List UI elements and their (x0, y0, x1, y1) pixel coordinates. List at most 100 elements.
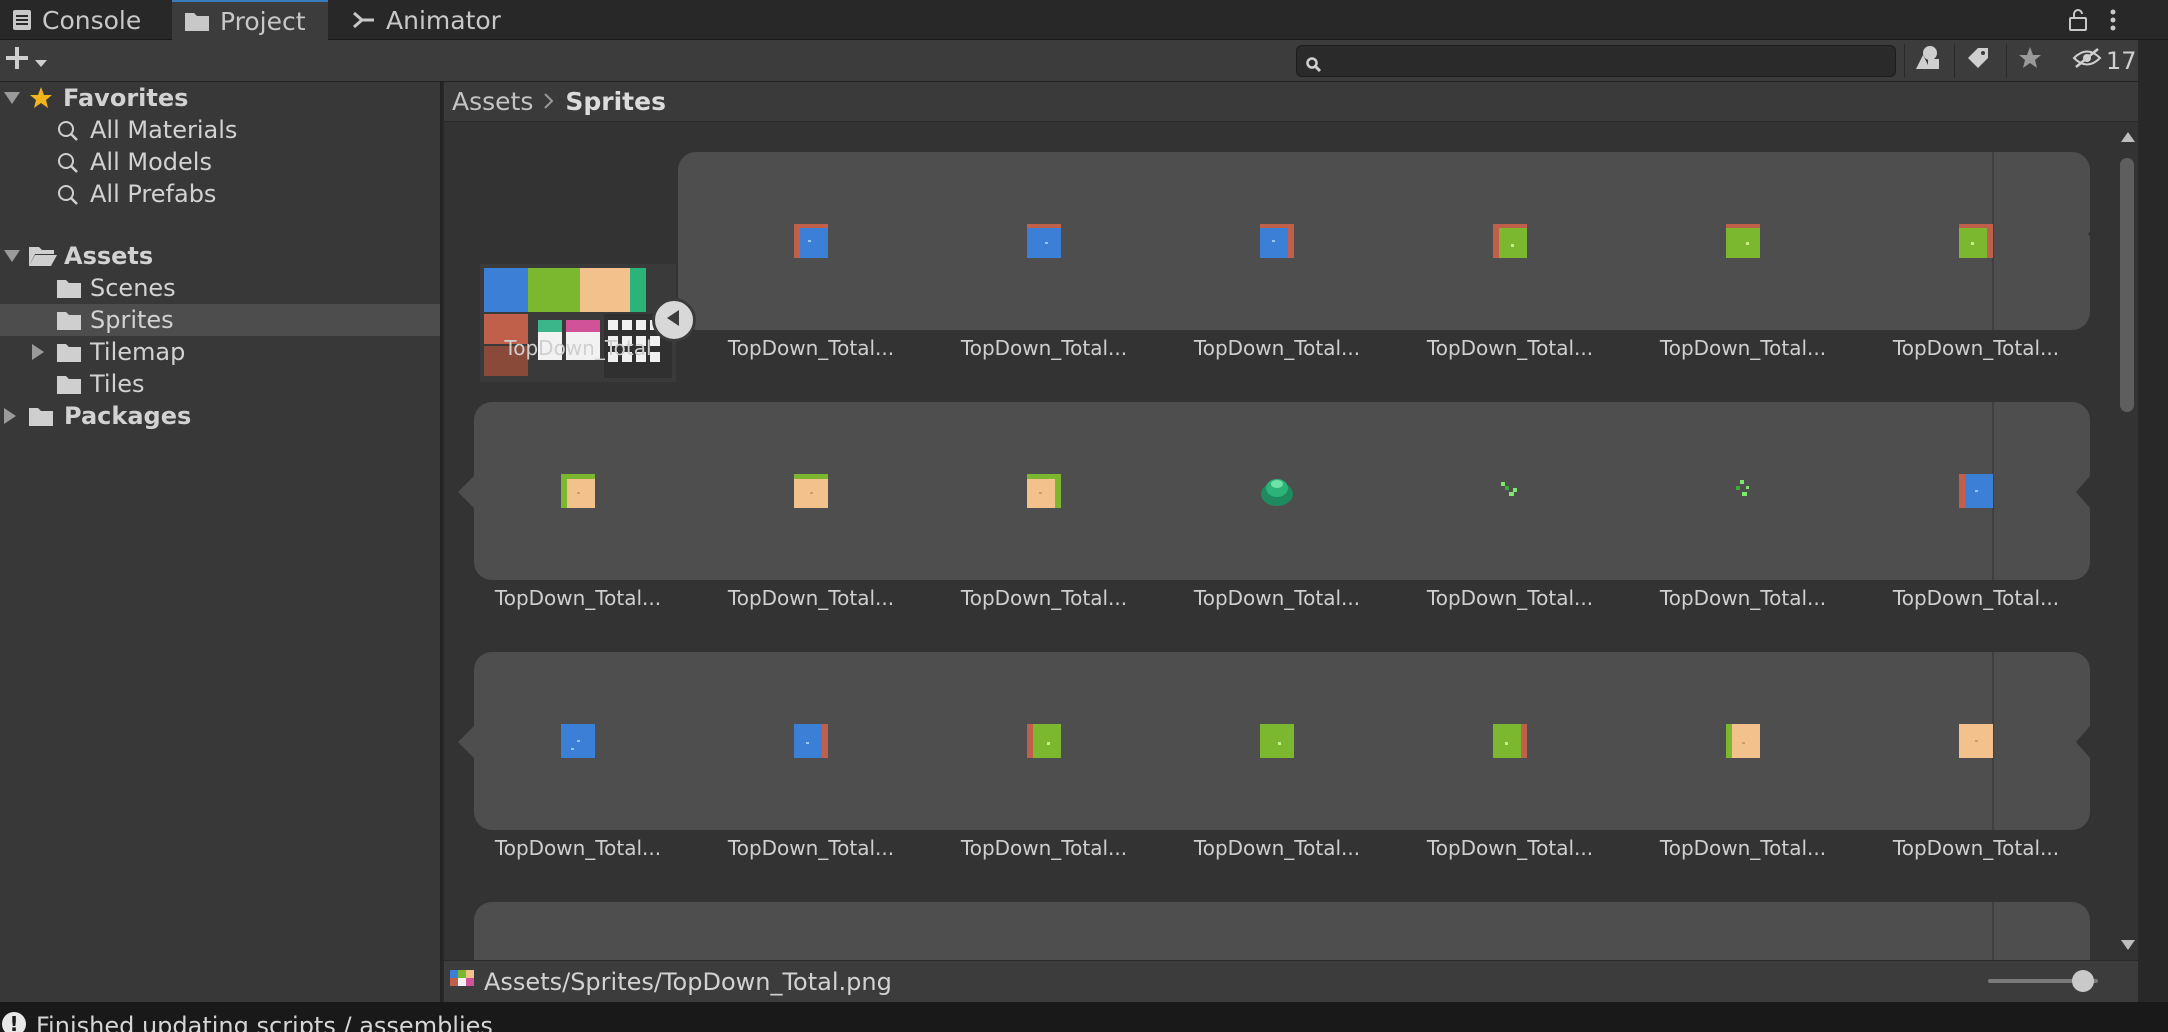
folder-icon (28, 405, 54, 427)
tree-item-label: All Prefabs (90, 180, 217, 208)
tree-item-label: Assets (64, 242, 154, 270)
foldout-right-icon[interactable] (4, 408, 16, 424)
sprite-sand-edge-left[interactable] (1726, 724, 1760, 758)
lock-icon[interactable] (2068, 8, 2088, 38)
sprite-water-edge-right[interactable] (1260, 224, 1294, 258)
more-options-icon[interactable] (2108, 8, 2118, 38)
tree-item-sprites[interactable]: Sprites (0, 304, 440, 336)
tree-item-all-materials[interactable]: All Materials (0, 114, 440, 146)
tree-item-scenes[interactable]: Scenes (0, 272, 440, 304)
tree-item-label: Scenes (90, 274, 176, 302)
panel-divider (1992, 902, 1994, 960)
hidden-count-label: 17 (2106, 47, 2137, 75)
sprite-sand-grass-right[interactable] (1027, 474, 1061, 508)
search-icon (56, 151, 80, 175)
sprite-grass-edge-left[interactable] (1027, 724, 1061, 758)
tree-item-assets[interactable]: Assets (0, 240, 440, 272)
folder-icon (56, 373, 82, 395)
sprite-sand[interactable] (1959, 724, 1993, 758)
asset-label: TopDown_Total... (1426, 836, 1594, 860)
vertical-scrollbar[interactable] (2116, 122, 2138, 960)
panel-notch (2088, 218, 2102, 250)
asset-grid: TopDown_Total TopDown_Total... TopDown_T… (444, 122, 2114, 960)
sprite-bush[interactable] (1260, 474, 1294, 508)
asset-label: TopDown_Total... (1193, 586, 1361, 610)
arrow-left-icon (664, 306, 684, 334)
folder-icon (184, 10, 210, 32)
tab-animator[interactable]: Animator (340, 0, 510, 40)
tree-item-packages[interactable]: Packages (0, 400, 440, 432)
sprite-grass-edge-left[interactable] (1493, 224, 1527, 258)
sprite-grass[interactable] (1726, 224, 1760, 258)
spritesheet-thumbnail[interactable] (480, 264, 676, 382)
asset-label: TopDown_Total... (960, 586, 1128, 610)
status-message[interactable]: Finished updating scripts / assemblies (36, 1012, 493, 1032)
eye-slash-icon (2072, 47, 2102, 75)
tag-icon (1965, 45, 1991, 77)
foldout-down-icon[interactable] (4, 92, 20, 104)
asset-label: TopDown_Total... (960, 336, 1128, 360)
chevron-right-icon (543, 87, 555, 116)
sprite-water-edge-left[interactable] (794, 224, 828, 258)
foldout-down-icon[interactable] (4, 250, 20, 262)
asset-label: TopDown_Total... (1892, 836, 2060, 860)
breadcrumb: Assets Sprites (444, 82, 2138, 122)
breadcrumb-sprites[interactable]: Sprites (565, 87, 666, 116)
tree-item-tiles[interactable]: Tiles (0, 368, 440, 400)
asset-label: TopDown_Total (504, 336, 652, 360)
panel-notch (458, 726, 474, 758)
sprite-grass-edge-right[interactable] (1493, 724, 1527, 758)
sprite-water[interactable] (1027, 224, 1061, 258)
tree-item-all-prefabs[interactable]: All Prefabs (0, 178, 440, 210)
shapes-icon (1914, 45, 1942, 77)
project-browser-main: Assets Sprites TopDown_Total TopDown_Tot… (444, 82, 2138, 960)
tree-item-label: Packages (64, 402, 192, 430)
thumbnail-size-slider[interactable] (1988, 970, 2098, 992)
sprite-water-edge-left[interactable] (1959, 474, 1993, 508)
asset-label: TopDown_Total... (1193, 336, 1361, 360)
sprite-water-edge-right[interactable] (794, 724, 828, 758)
sprite-sand-grass-top[interactable] (794, 474, 828, 508)
info-icon: ! (2, 1012, 26, 1032)
asset-label: TopDown_Total... (1892, 336, 2060, 360)
create-button[interactable] (4, 44, 60, 78)
scrollbar-thumb[interactable] (2120, 158, 2134, 412)
search-by-type-button[interactable] (1904, 44, 1950, 78)
sprite-sprout[interactable] (1493, 474, 1527, 508)
foldout-right-icon[interactable] (32, 344, 44, 360)
tree-item-label: Tiles (90, 370, 145, 398)
sprite-grass-edge-right[interactable] (1959, 224, 1993, 258)
search-by-label-button[interactable] (1954, 44, 2000, 78)
folder-icon (56, 277, 82, 299)
favorites-button[interactable] (2006, 44, 2052, 78)
slider-handle[interactable] (2071, 970, 2094, 992)
sprite-water[interactable] (561, 724, 595, 758)
search-input[interactable] (1331, 48, 1887, 74)
sprite-grass[interactable] (1260, 724, 1294, 758)
spritesheet-icon (450, 968, 478, 996)
tree-item-label: All Materials (90, 116, 238, 144)
tree-item-favorites[interactable]: Favorites (0, 82, 440, 114)
search-field[interactable] (1296, 45, 1896, 77)
sprite-sprout[interactable] (1726, 474, 1760, 508)
breadcrumb-assets[interactable]: Assets (452, 87, 533, 116)
asset-label: TopDown_Total... (1426, 336, 1594, 360)
tree-item-tilemap[interactable]: Tilemap (0, 336, 440, 368)
tab-project[interactable]: Project (172, 0, 328, 40)
asset-label: TopDown_Total... (727, 836, 895, 860)
search-icon (56, 119, 80, 143)
folder-icon (56, 309, 82, 331)
tab-project-label: Project (220, 6, 306, 36)
scroll-up-icon[interactable] (2121, 132, 2135, 142)
asset-label: TopDown_Total... (1659, 336, 1827, 360)
tab-console[interactable]: Console (0, 0, 150, 40)
hidden-packages-toggle[interactable]: 17 (2072, 44, 2138, 78)
sprite-sand-grass-left[interactable] (561, 474, 595, 508)
tree-item-all-models[interactable]: All Models (0, 146, 440, 178)
star-icon (2017, 45, 2043, 77)
asset-label: TopDown_Total... (960, 836, 1128, 860)
tab-animator-label: Animator (386, 5, 501, 35)
star-icon (28, 85, 54, 111)
asset-label: TopDown_Total... (1659, 586, 1827, 610)
scroll-down-icon[interactable] (2121, 940, 2135, 950)
